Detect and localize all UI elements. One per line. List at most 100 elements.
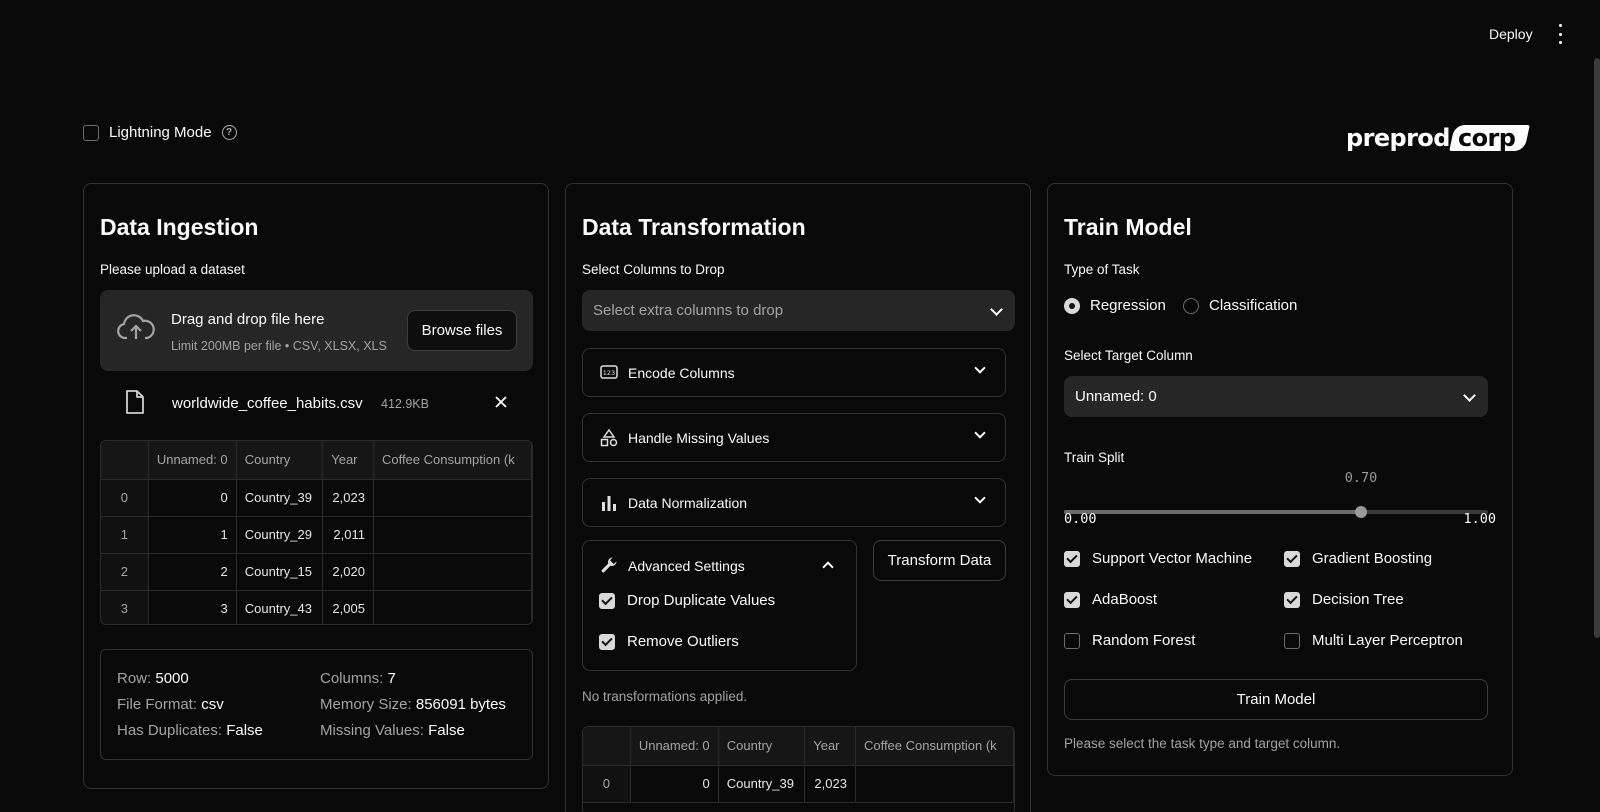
expander-label: Data Normalization [628, 495, 748, 511]
table-row: 0 0 Country_39 2,023 [101, 479, 532, 517]
chevron-up-icon [822, 561, 834, 573]
drop-columns-label: Select Columns to Drop [582, 262, 725, 277]
transform-data-button[interactable]: Transform Data [873, 540, 1006, 581]
table-cell[interactable]: 0 [630, 765, 719, 803]
stat-file-format: File Format: csv [117, 696, 224, 713]
radio-button[interactable] [1064, 297, 1080, 314]
remove-file-icon[interactable] [492, 393, 510, 411]
column-header[interactable]: Country [718, 727, 806, 766]
select-value: Unnamed: 0 [1075, 388, 1157, 405]
column-header[interactable]: Unnamed: 0 [148, 441, 237, 480]
checkbox[interactable] [599, 633, 615, 650]
stat-memory-size: Memory Size: 856091 bytes [320, 696, 506, 713]
expander-label: Encode Columns [628, 365, 735, 381]
bar-chart-icon [602, 496, 616, 511]
column-header[interactable]: Unnamed: 0 [630, 727, 719, 766]
table-cell[interactable]: 2,023 [322, 479, 374, 517]
file-dropzone[interactable]: Drag and drop file here Limit 200MB per … [100, 290, 533, 371]
table-cell[interactable]: 2,011 [322, 516, 374, 554]
model-gradient-boosting-checkbox[interactable]: Gradient Boosting [1284, 550, 1432, 567]
drop-duplicates-checkbox[interactable]: Drop Duplicate Values [599, 592, 775, 609]
slider-min-label: 0.00 [1064, 511, 1097, 527]
target-column-label: Select Target Column [1064, 348, 1193, 363]
model-adaboost-checkbox[interactable]: AdaBoost [1064, 591, 1157, 608]
select-placeholder: Select extra columns to drop [593, 302, 784, 319]
train-model-button[interactable]: Train Model [1064, 679, 1488, 720]
table-cell[interactable]: Country_43 [236, 590, 324, 624]
checkbox[interactable] [1064, 550, 1080, 567]
checkbox[interactable] [1284, 550, 1300, 567]
index-header [101, 441, 149, 480]
table-cell[interactable]: 1 [148, 516, 237, 554]
panel-title: Data Transformation [582, 214, 806, 240]
checkbox-label: Gradient Boosting [1312, 550, 1433, 567]
upload-cloud-icon [117, 314, 155, 340]
table-cell[interactable]: Country_29 [236, 516, 324, 554]
handle-missing-values-expander[interactable]: Handle Missing Values [582, 413, 1006, 462]
deploy-button[interactable]: Deploy [1489, 26, 1533, 42]
slider-value: 0.70 [1344, 470, 1378, 486]
table-cell[interactable] [855, 765, 1014, 803]
table-cell[interactable]: 2,005 [322, 590, 374, 624]
train-split-slider[interactable] [1064, 502, 1488, 532]
table-cell[interactable] [373, 553, 532, 591]
stat-columns: Columns: 7 [320, 670, 396, 687]
column-header[interactable]: Country [236, 441, 324, 480]
table-cell[interactable]: Country_39 [236, 479, 324, 517]
advanced-settings-expander[interactable]: Advanced Settings Drop Duplicate Values … [582, 540, 857, 671]
train-hint: Please select the task type and target c… [1064, 736, 1341, 751]
model-svm-checkbox[interactable]: Support Vector Machine [1064, 550, 1252, 567]
expander-label: Handle Missing Values [628, 430, 770, 446]
model-mlp-checkbox[interactable]: Multi Layer Perceptron [1284, 632, 1463, 649]
dataframe-preview[interactable]: Unnamed: 0 Country Year Coffee Consumpti… [100, 440, 533, 625]
help-icon[interactable]: ? [221, 125, 237, 140]
radio-regression[interactable]: Regression [1064, 297, 1166, 314]
checkbox[interactable] [1284, 632, 1300, 649]
table-cell[interactable] [373, 479, 532, 517]
slider-fill [1064, 510, 1361, 514]
table-cell[interactable]: 2 [148, 553, 237, 591]
model-random-forest-checkbox[interactable]: Random Forest [1064, 632, 1195, 649]
shapes-icon [600, 429, 618, 447]
table-cell[interactable]: 0 [148, 479, 237, 517]
table-cell[interactable] [373, 590, 532, 624]
transformed-dataframe-preview[interactable]: Unnamed: 0 Country Year Coffee Consumpti… [582, 726, 1015, 812]
radio-button[interactable] [1183, 297, 1199, 314]
checkbox-label: Multi Layer Perceptron [1312, 632, 1463, 649]
column-header[interactable]: Coffee Consumption (k [855, 727, 1014, 766]
dropzone-title: Drag and drop file here [171, 311, 325, 328]
upload-label: Please upload a dataset [100, 262, 245, 277]
remove-outliers-checkbox[interactable]: Remove Outliers [599, 633, 739, 650]
encode-columns-expander[interactable]: 123 Encode Columns [582, 348, 1006, 397]
column-header[interactable]: Coffee Consumption (k [373, 441, 532, 480]
stat-duplicates: Has Duplicates: False [117, 722, 263, 739]
column-header[interactable]: Year [322, 441, 374, 480]
table-row: 3 3 Country_43 2,005 [101, 590, 532, 624]
browse-files-button[interactable]: Browse files [407, 310, 517, 351]
checkbox-label: Support Vector Machine [1092, 550, 1253, 567]
target-column-select[interactable]: Unnamed: 0 [1064, 376, 1488, 417]
lightning-mode-checkbox[interactable] [83, 124, 99, 141]
checkbox[interactable] [1284, 591, 1300, 608]
lightning-mode-toggle[interactable]: Lightning Mode ? [83, 124, 237, 141]
table-cell[interactable]: 2,023 [804, 765, 856, 803]
checkbox[interactable] [1064, 591, 1080, 608]
drop-columns-select[interactable]: Select extra columns to drop [582, 290, 1015, 331]
table-cell[interactable]: 3 [148, 590, 237, 624]
checkbox[interactable] [599, 592, 615, 609]
table-cell[interactable]: Country_39 [718, 765, 806, 803]
checkbox[interactable] [1064, 632, 1080, 649]
model-decision-tree-checkbox[interactable]: Decision Tree [1284, 591, 1404, 608]
table-cell[interactable]: Country_15 [236, 553, 324, 591]
page-scrollbar[interactable] [1594, 58, 1600, 638]
table-cell[interactable] [373, 516, 532, 554]
train-model-panel: Train Model Type of Task Regression Clas… [1047, 183, 1513, 776]
data-normalization-expander[interactable]: Data Normalization [582, 478, 1006, 527]
row-index: 2 [101, 553, 149, 591]
column-header[interactable]: Year [804, 727, 856, 766]
main-menu-icon[interactable] [1552, 24, 1568, 44]
file-size: 412.9KB [381, 397, 429, 411]
table-cell[interactable]: 2,020 [322, 553, 374, 591]
radio-classification[interactable]: Classification [1183, 297, 1297, 314]
slider-thumb[interactable] [1354, 506, 1367, 518]
